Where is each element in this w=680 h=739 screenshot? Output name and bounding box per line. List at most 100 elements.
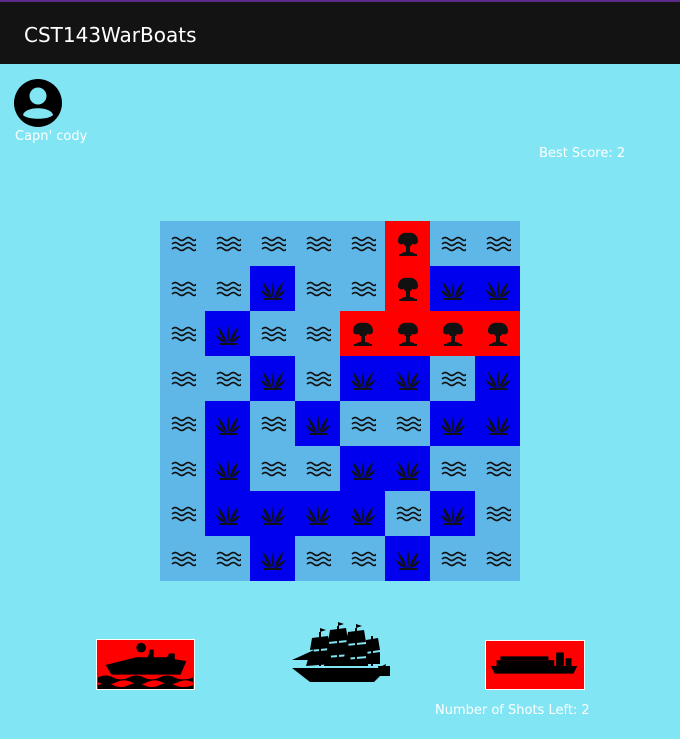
board-cell-r7c1[interactable] bbox=[160, 491, 205, 536]
board-cell-r6c6[interactable] bbox=[385, 446, 430, 491]
board-cell-r5c5[interactable] bbox=[340, 401, 385, 446]
board-cell-r8c8[interactable] bbox=[475, 536, 520, 581]
board-cell-r7c8[interactable] bbox=[475, 491, 520, 536]
board-cell-r8c6[interactable] bbox=[385, 536, 430, 581]
board-cell-r3c6[interactable] bbox=[385, 311, 430, 356]
splash-icon bbox=[305, 504, 330, 525]
board-cell-r6c8[interactable] bbox=[475, 446, 520, 491]
board-cell-r1c5[interactable] bbox=[340, 221, 385, 266]
tall-ship-icon bbox=[292, 622, 390, 682]
splash-icon bbox=[440, 504, 465, 525]
board-cell-r7c7[interactable] bbox=[430, 491, 475, 536]
board-cell-r1c3[interactable] bbox=[250, 221, 295, 266]
patrol-boat-card[interactable] bbox=[96, 639, 195, 690]
water-wave-icon bbox=[170, 416, 196, 431]
board-cell-r6c1[interactable] bbox=[160, 446, 205, 491]
water-wave-icon bbox=[350, 416, 376, 431]
water-wave-icon bbox=[215, 236, 241, 251]
board-cell-r1c2[interactable] bbox=[205, 221, 250, 266]
board-cell-r8c7[interactable] bbox=[430, 536, 475, 581]
splash-icon bbox=[485, 279, 510, 300]
sailing-ship-card[interactable] bbox=[290, 620, 392, 690]
water-wave-icon bbox=[170, 551, 196, 566]
splash-icon bbox=[395, 459, 420, 480]
board-cell-r6c4[interactable] bbox=[295, 446, 340, 491]
board-cell-r1c4[interactable] bbox=[295, 221, 340, 266]
water-wave-icon bbox=[260, 461, 286, 476]
board-cell-r2c2[interactable] bbox=[205, 266, 250, 311]
board-cell-r3c4[interactable] bbox=[295, 311, 340, 356]
board-cell-r3c8[interactable] bbox=[475, 311, 520, 356]
board-cell-r5c2[interactable] bbox=[205, 401, 250, 446]
board-cell-r1c7[interactable] bbox=[430, 221, 475, 266]
player-name: Capn' cody bbox=[15, 129, 88, 144]
water-wave-icon bbox=[170, 236, 196, 251]
board-cell-r6c2[interactable] bbox=[205, 446, 250, 491]
board-cell-r3c5[interactable] bbox=[340, 311, 385, 356]
board-cell-r3c2[interactable] bbox=[205, 311, 250, 356]
water-wave-icon bbox=[305, 371, 331, 386]
splash-icon bbox=[395, 549, 420, 570]
board-cell-r2c7[interactable] bbox=[430, 266, 475, 311]
board-cell-r7c5[interactable] bbox=[340, 491, 385, 536]
water-wave-icon bbox=[170, 326, 196, 341]
board-cell-r8c4[interactable] bbox=[295, 536, 340, 581]
board-cell-r7c2[interactable] bbox=[205, 491, 250, 536]
board-cell-r2c8[interactable] bbox=[475, 266, 520, 311]
board-cell-r4c3[interactable] bbox=[250, 356, 295, 401]
board-cell-r5c3[interactable] bbox=[250, 401, 295, 446]
splash-icon bbox=[215, 414, 240, 435]
board-cell-r3c1[interactable] bbox=[160, 311, 205, 356]
board-cell-r4c5[interactable] bbox=[340, 356, 385, 401]
splash-icon bbox=[440, 279, 465, 300]
board-cell-r8c5[interactable] bbox=[340, 536, 385, 581]
board-cell-r5c8[interactable] bbox=[475, 401, 520, 446]
board-cell-r3c3[interactable] bbox=[250, 311, 295, 356]
board-cell-r2c5[interactable] bbox=[340, 266, 385, 311]
board-cell-r2c1[interactable] bbox=[160, 266, 205, 311]
board-cell-r1c8[interactable] bbox=[475, 221, 520, 266]
board-cell-r6c7[interactable] bbox=[430, 446, 475, 491]
board-cell-r5c6[interactable] bbox=[385, 401, 430, 446]
splash-icon bbox=[395, 369, 420, 390]
water-wave-icon bbox=[485, 551, 511, 566]
board-cell-r6c3[interactable] bbox=[250, 446, 295, 491]
board-cell-r4c8[interactable] bbox=[475, 356, 520, 401]
gunboat-icon bbox=[97, 642, 194, 689]
board-cell-r1c6[interactable] bbox=[385, 221, 430, 266]
water-wave-icon bbox=[350, 551, 376, 566]
board-cell-r4c6[interactable] bbox=[385, 356, 430, 401]
splash-icon bbox=[485, 369, 510, 390]
board-cell-r2c4[interactable] bbox=[295, 266, 340, 311]
board-cell-r8c1[interactable] bbox=[160, 536, 205, 581]
board-cell-r8c3[interactable] bbox=[250, 536, 295, 581]
water-wave-icon bbox=[305, 236, 331, 251]
water-wave-icon bbox=[260, 236, 286, 251]
board-cell-r1c1[interactable] bbox=[160, 221, 205, 266]
board-cell-r7c3[interactable] bbox=[250, 491, 295, 536]
explosion-icon bbox=[352, 322, 373, 346]
water-wave-icon bbox=[215, 551, 241, 566]
water-wave-icon bbox=[215, 281, 241, 296]
board-cell-r4c2[interactable] bbox=[205, 356, 250, 401]
board-cell-r2c3[interactable] bbox=[250, 266, 295, 311]
splash-icon bbox=[350, 459, 375, 480]
board-cell-r5c4[interactable] bbox=[295, 401, 340, 446]
water-wave-icon bbox=[440, 236, 466, 251]
water-wave-icon bbox=[305, 281, 331, 296]
board-cell-r7c4[interactable] bbox=[295, 491, 340, 536]
board-cell-r8c2[interactable] bbox=[205, 536, 250, 581]
cargo-ship-card[interactable] bbox=[485, 640, 585, 690]
board-cell-r4c7[interactable] bbox=[430, 356, 475, 401]
board-cell-r6c5[interactable] bbox=[340, 446, 385, 491]
board-cell-r7c6[interactable] bbox=[385, 491, 430, 536]
water-wave-icon bbox=[305, 326, 331, 341]
container-ship-icon bbox=[490, 652, 578, 674]
board-cell-r3c7[interactable] bbox=[430, 311, 475, 356]
board-cell-r4c4[interactable] bbox=[295, 356, 340, 401]
account-circle-icon[interactable] bbox=[14, 79, 62, 127]
board-cell-r5c7[interactable] bbox=[430, 401, 475, 446]
board-cell-r2c6[interactable] bbox=[385, 266, 430, 311]
board-cell-r5c1[interactable] bbox=[160, 401, 205, 446]
board-cell-r4c1[interactable] bbox=[160, 356, 205, 401]
